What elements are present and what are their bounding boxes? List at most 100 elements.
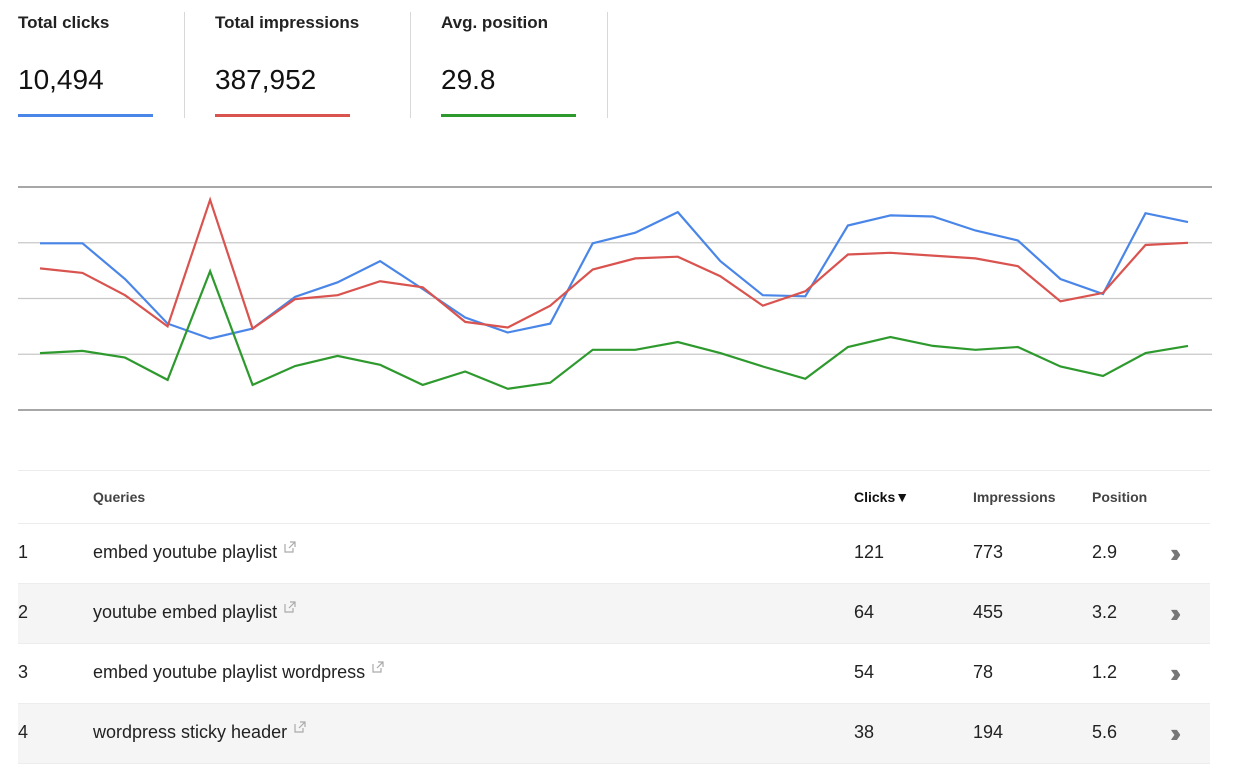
data-point[interactable]: [714, 255, 726, 267]
data-point[interactable]: [204, 333, 216, 345]
data-point[interactable]: [374, 359, 386, 371]
data-point[interactable]: [1012, 260, 1024, 272]
data-point[interactable]: [119, 352, 131, 364]
data-point[interactable]: [1182, 340, 1194, 352]
data-point[interactable]: [884, 209, 896, 221]
double-chevron-right-icon[interactable]: ››: [1170, 598, 1182, 629]
data-point[interactable]: [927, 250, 939, 262]
data-point[interactable]: [77, 345, 89, 357]
data-point[interactable]: [417, 379, 429, 391]
data-point[interactable]: [884, 331, 896, 343]
data-point[interactable]: [1139, 347, 1151, 359]
data-point[interactable]: [544, 300, 556, 312]
data-point[interactable]: [842, 341, 854, 353]
external-link-icon[interactable]: [293, 720, 307, 734]
data-point[interactable]: [544, 377, 556, 389]
query-text[interactable]: wordpress sticky header: [93, 722, 287, 742]
data-point[interactable]: [1012, 341, 1024, 353]
data-point[interactable]: [629, 227, 641, 239]
data-point[interactable]: [927, 340, 939, 352]
data-point[interactable]: [714, 347, 726, 359]
data-point[interactable]: [162, 320, 174, 332]
data-point[interactable]: [927, 211, 939, 223]
data-point[interactable]: [1097, 370, 1109, 382]
data-point[interactable]: [757, 289, 769, 301]
column-header-queries[interactable]: Queries: [93, 489, 145, 505]
data-point[interactable]: [204, 194, 216, 206]
query-text[interactable]: embed youtube playlist: [93, 542, 277, 562]
data-point[interactable]: [204, 265, 216, 277]
data-point[interactable]: [289, 360, 301, 372]
data-point[interactable]: [629, 252, 641, 264]
data-point[interactable]: [544, 318, 556, 330]
double-chevron-right-icon[interactable]: ››: [1170, 538, 1182, 569]
data-point[interactable]: [969, 252, 981, 264]
data-point[interactable]: [757, 300, 769, 312]
data-point[interactable]: [799, 285, 811, 297]
data-point[interactable]: [587, 237, 599, 249]
data-point[interactable]: [332, 276, 344, 288]
position-cell: 3.2: [1092, 602, 1118, 622]
metric-label: Total impressions: [215, 13, 360, 32]
data-point[interactable]: [459, 316, 471, 328]
data-point[interactable]: [34, 262, 46, 274]
data-point[interactable]: [34, 237, 46, 249]
data-point[interactable]: [629, 344, 641, 356]
data-point[interactable]: [332, 289, 344, 301]
position-cell: 2.9: [1092, 542, 1118, 562]
column-header-impressions[interactable]: Impressions: [973, 489, 1055, 505]
data-point[interactable]: [289, 293, 301, 305]
external-link-icon[interactable]: [371, 660, 385, 674]
external-link-icon[interactable]: [283, 540, 297, 554]
data-point[interactable]: [374, 275, 386, 287]
data-point[interactable]: [1139, 239, 1151, 251]
column-header-position[interactable]: Position: [1092, 489, 1147, 505]
data-point[interactable]: [34, 347, 46, 359]
external-link-icon[interactable]: [283, 600, 297, 614]
data-point[interactable]: [714, 270, 726, 282]
data-point[interactable]: [1012, 235, 1024, 247]
double-chevron-right-icon[interactable]: ››: [1170, 658, 1182, 689]
double-chevron-right-icon[interactable]: ››: [1170, 718, 1182, 749]
data-point[interactable]: [1097, 287, 1109, 299]
data-point[interactable]: [77, 237, 89, 249]
query-text[interactable]: embed youtube playlist wordpress: [93, 662, 365, 682]
data-point[interactable]: [1054, 273, 1066, 285]
data-point[interactable]: [757, 361, 769, 373]
data-point[interactable]: [587, 344, 599, 356]
data-point[interactable]: [672, 206, 684, 218]
data-point[interactable]: [842, 219, 854, 231]
data-point[interactable]: [162, 374, 174, 386]
column-header-clicks[interactable]: Clicks▼: [854, 489, 909, 505]
data-point[interactable]: [1182, 216, 1194, 228]
data-point[interactable]: [1139, 207, 1151, 219]
data-point[interactable]: [1054, 295, 1066, 307]
data-point[interactable]: [969, 344, 981, 356]
table-row[interactable]: 3 embed youtube playlist wordpress 54 78…: [18, 644, 1210, 704]
data-point[interactable]: [969, 224, 981, 236]
data-point[interactable]: [1182, 237, 1194, 249]
table-row[interactable]: 2 youtube embed playlist 64 455 3.2 ››: [18, 584, 1210, 644]
data-point[interactable]: [332, 350, 344, 362]
data-point[interactable]: [672, 251, 684, 263]
metric-summary: Total clicks 10,494 Total impressions 38…: [0, 0, 620, 120]
data-point[interactable]: [77, 267, 89, 279]
data-point[interactable]: [247, 379, 259, 391]
data-point[interactable]: [799, 373, 811, 385]
data-point[interactable]: [417, 281, 429, 293]
data-point[interactable]: [502, 321, 514, 333]
data-point[interactable]: [884, 247, 896, 259]
data-point[interactable]: [502, 383, 514, 395]
table-row[interactable]: 4 wordpress sticky header 38 194 5.6 ››: [18, 704, 1210, 764]
data-point[interactable]: [119, 289, 131, 301]
data-point[interactable]: [247, 323, 259, 335]
data-point[interactable]: [672, 336, 684, 348]
data-point[interactable]: [374, 255, 386, 267]
query-text[interactable]: youtube embed playlist: [93, 602, 277, 622]
data-point[interactable]: [119, 273, 131, 285]
data-point[interactable]: [587, 264, 599, 276]
data-point[interactable]: [459, 366, 471, 378]
table-row[interactable]: 1 embed youtube playlist 121 773 2.9 ››: [18, 524, 1210, 584]
data-point[interactable]: [1054, 361, 1066, 373]
data-point[interactable]: [842, 248, 854, 260]
